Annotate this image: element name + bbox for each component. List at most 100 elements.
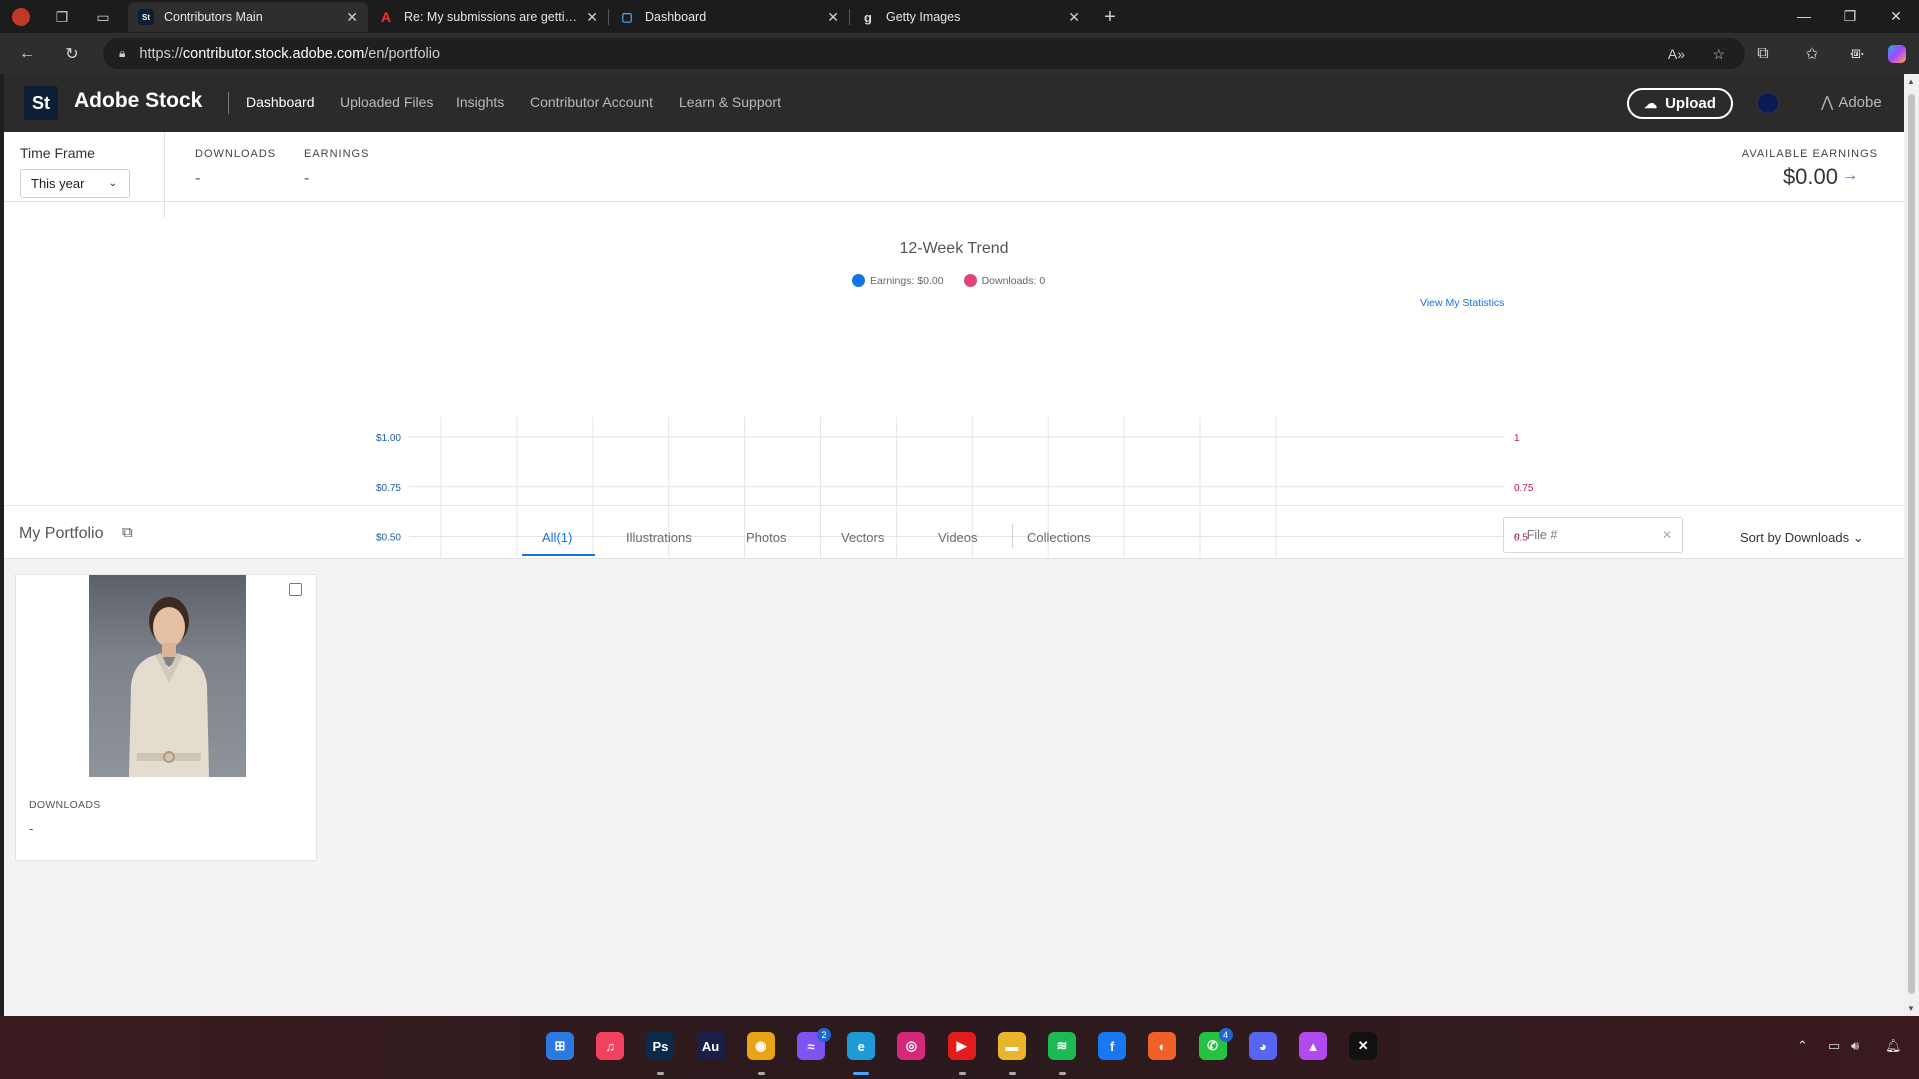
- nav-uploaded-files[interactable]: Uploaded Files: [340, 94, 433, 110]
- tab-re-submissions[interactable]: A Re: My submissions are getting re ✕: [368, 2, 608, 32]
- asset-thumbnail[interactable]: [89, 575, 246, 777]
- running-indicator: [657, 1072, 665, 1075]
- copilot-icon[interactable]: [1884, 42, 1910, 66]
- stats-divider: [164, 132, 165, 218]
- favorites-icon[interactable]: ✩: [1799, 42, 1825, 66]
- tab-actions-icon[interactable]: ▭: [91, 6, 115, 28]
- timeframe-value: This year: [31, 176, 85, 191]
- extensions-icon[interactable]: ⧉: [1750, 42, 1776, 66]
- view-statistics-link[interactable]: View My Statistics: [1420, 297, 1504, 309]
- scrollbar-thumb[interactable]: [1908, 94, 1915, 994]
- notification-badge: 2: [817, 1028, 831, 1042]
- nav-dashboard[interactable]: Dashboard: [246, 94, 315, 110]
- file-search-input[interactable]: ⌕ File # ✕: [1503, 517, 1683, 553]
- avatar[interactable]: [1757, 92, 1779, 114]
- nav-insights[interactable]: Insights: [456, 94, 504, 110]
- capcut-icon[interactable]: ✕: [1349, 1032, 1378, 1060]
- getty-favicon-icon: g: [864, 9, 872, 25]
- chrome-icon[interactable]: ◉: [746, 1032, 775, 1060]
- tab-videos[interactable]: Videos: [938, 530, 978, 545]
- window-close-icon[interactable]: ✕: [1876, 4, 1916, 28]
- photoshop-icon[interactable]: Ps: [646, 1032, 675, 1060]
- tab-getty-images[interactable]: g Getty Images ✕: [850, 2, 1090, 32]
- tab-label: Dashboard: [645, 10, 707, 24]
- sort-dropdown[interactable]: Sort by Downloads ⌄: [1740, 530, 1864, 546]
- apple-music-icon[interactable]: ♫: [596, 1032, 625, 1060]
- workspaces-icon[interactable]: ❐: [50, 6, 74, 28]
- adobe-label: Adobe: [1838, 94, 1882, 111]
- back-icon[interactable]: ←: [14, 42, 40, 66]
- display-icon[interactable]: ▭: [1828, 1038, 1840, 1054]
- upload-button[interactable]: ☁ Upload: [1627, 88, 1733, 119]
- running-indicator: [1059, 1072, 1066, 1075]
- address-bar[interactable]: 🔒︎ https://contributor.stock.adobe.com/e…: [103, 38, 1745, 69]
- adobe-stock-logo[interactable]: St: [24, 86, 58, 120]
- nav-contributor-account[interactable]: Contributor Account: [530, 94, 653, 110]
- close-icon[interactable]: ✕: [586, 9, 598, 26]
- tab-contributors-main[interactable]: St Contributors Main ✕: [128, 2, 368, 32]
- tab-dashboard[interactable]: ▢ Dashboard ✕: [609, 2, 849, 32]
- clear-icon[interactable]: ✕: [1662, 528, 1672, 542]
- arrow-right-icon[interactable]: →: [1842, 167, 1858, 185]
- stats-bar: Time Frame This year ⌄ DOWNLOADS - EARNI…: [4, 132, 1904, 218]
- notification-bell-icon[interactable]: 🔔︎: [1885, 1038, 1902, 1054]
- scroll-down-icon[interactable]: ▼: [1907, 1004, 1915, 1013]
- legend-downloads[interactable]: Downloads: 0: [963, 274, 1045, 287]
- file-explorer-icon[interactable]: ▬: [997, 1032, 1026, 1060]
- url-path: /en/portfolio: [364, 45, 441, 62]
- woman-portrait-image: [129, 597, 209, 777]
- nav-learn-support[interactable]: Learn & Support: [679, 94, 781, 110]
- read-aloud-icon[interactable]: A»: [1668, 46, 1685, 62]
- tab-vectors[interactable]: Vectors: [841, 530, 884, 545]
- url-text: https://contributor.stock.adobe.com/en/p…: [139, 46, 440, 62]
- active-tab-underline: [522, 554, 595, 556]
- facebook-icon[interactable]: f: [1098, 1032, 1127, 1060]
- firefox-icon[interactable]: ◐: [1148, 1032, 1177, 1060]
- windows-taskbar: ⊞ ♫ Ps Au ◉ ≈2 e ◎ ▶ ▬ ≋ f ◐ ✆ 4 ◕ ▲ ✕ ⌃ ▭ 🔊︎ 🔔︎: [0, 1016, 1919, 1079]
- asset-card[interactable]: DOWNLOADS -: [15, 574, 317, 861]
- adobe-link[interactable]: ⋀ Adobe: [1821, 93, 1882, 111]
- spotify-icon[interactable]: ≋: [1048, 1032, 1076, 1060]
- asset-downloads-value: -: [29, 821, 34, 836]
- youtube-icon[interactable]: ▶: [947, 1032, 976, 1060]
- tab-illustrations[interactable]: Illustrations: [626, 530, 692, 545]
- asset-select-checkbox[interactable]: [289, 583, 302, 596]
- trend-title: 12-Week Trend: [899, 240, 1009, 257]
- restore-icon[interactable]: ❐: [1830, 4, 1870, 28]
- edge-icon[interactable]: e: [847, 1032, 876, 1060]
- close-icon[interactable]: ✕: [346, 9, 358, 26]
- tab-all[interactable]: All(1): [542, 530, 572, 545]
- favorite-star-icon[interactable]: ☆: [1712, 46, 1725, 63]
- scroll-up-icon[interactable]: ▲: [1907, 77, 1915, 86]
- brand-name[interactable]: Adobe Stock: [74, 89, 202, 113]
- refresh-icon[interactable]: ↻: [59, 42, 85, 66]
- new-tab-button[interactable]: +: [1098, 6, 1122, 28]
- profile-icon[interactable]: [9, 6, 33, 28]
- legend-earnings-label: Earnings: $0.00: [870, 274, 944, 287]
- earnings-stat-value: -: [304, 170, 310, 187]
- external-link-icon[interactable]: ⧉: [122, 524, 133, 541]
- volume-icon[interactable]: 🔊︎: [1851, 1038, 1859, 1054]
- y-right-tick-label: 0.75: [1514, 483, 1534, 494]
- tab-label: Getty Images: [886, 10, 961, 24]
- close-icon[interactable]: ✕: [1068, 9, 1080, 26]
- app-gradient-icon[interactable]: ▲: [1299, 1032, 1327, 1060]
- menu-more-icon[interactable]: ⋯: [1844, 42, 1870, 66]
- close-icon[interactable]: ✕: [827, 9, 839, 26]
- lock-icon: 🔒︎: [119, 46, 126, 60]
- start-icon[interactable]: ⊞: [546, 1032, 574, 1060]
- earnings-stat-label: EARNINGS: [304, 148, 370, 160]
- minimize-icon[interactable]: —: [1784, 4, 1824, 28]
- timeframe-select[interactable]: This year ⌄: [20, 169, 130, 198]
- discord-icon[interactable]: ◕: [1248, 1032, 1277, 1060]
- chevron-up-icon[interactable]: ⌃: [1797, 1038, 1808, 1054]
- legend-earnings[interactable]: Earnings: $0.00: [852, 274, 944, 287]
- chart-legend: Earnings: $0.00 Downloads: 0: [852, 274, 1065, 287]
- tab-photos[interactable]: Photos: [746, 530, 786, 545]
- tab-collections[interactable]: Collections: [1027, 530, 1091, 545]
- available-earnings-value: $0.00: [1782, 164, 1838, 189]
- cloud-upload-icon: ☁: [1644, 95, 1658, 111]
- page-scrollbar[interactable]: ▲ ▼: [1904, 74, 1919, 1016]
- instagram-icon[interactable]: ◎: [897, 1032, 926, 1060]
- audition-icon[interactable]: Au: [696, 1032, 725, 1060]
